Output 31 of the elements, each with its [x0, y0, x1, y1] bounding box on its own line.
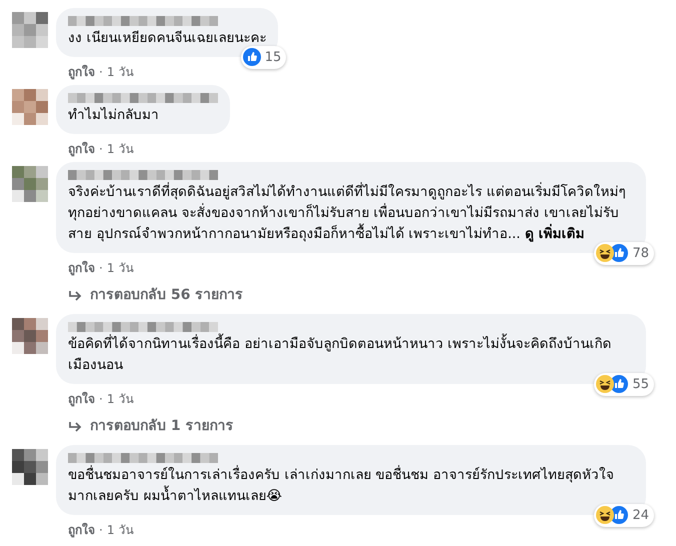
reaction-badge[interactable]: 55 [594, 372, 654, 396]
like-link[interactable]: ถูกใจ [68, 521, 95, 539]
reply-arrow-icon [68, 420, 82, 432]
reaction-count: 24 [632, 506, 649, 524]
comment-text: จริงค่ะบ้านเราดีที่สุดดิฉันอยู่สวิสไม่ได้ทำงานแต่ดีที่ไม่มีใครมาดูถูกอะไร แต่ตอนเริ่มมีโควิดใหม่ๆทุกอย่างขาดแคลน จะสั่งของจากห้างเขาก็ไม่รับสาย เพื่อนบอกว่าเขาไม่มีรถมาส่ง เขาเลยไม่รับสาย อุปกรณ์จำพวกหน้ากากอนามัยหรือถุงมือก็หาซื้อไม่ได้ เพราะเขาไม่ทำอ... ดู เพิ่มเติม [68, 182, 626, 244]
separator-dot: · [99, 141, 103, 158]
comment-text: ขอชื่นชมอาจารย์ในการเล่าเรื่องครับ เล่าเก่งมากเลย ขอชื่นชม อาจารย์รักประเทศไทยสุดหัวใจมากเลยครับ ผมน้ำตาไหลแทนเลย😭 [68, 465, 615, 506]
like-link[interactable]: ถูกใจ [68, 63, 95, 81]
comment-time[interactable]: 1 วัน [106, 259, 134, 277]
replies-link[interactable]: การตอบกลับ 1 รายการ [90, 416, 234, 437]
comment-time[interactable]: 1 วัน [106, 521, 134, 539]
separator-dot: · [99, 260, 103, 277]
comment-time[interactable]: 1 วัน [106, 140, 134, 158]
reply-arrow-icon [68, 290, 82, 302]
reaction-count: 55 [632, 376, 649, 394]
comment-time[interactable]: 1 วัน [106, 63, 134, 81]
reaction-count: 78 [632, 244, 649, 262]
like-link[interactable]: ถูกใจ [68, 390, 95, 408]
comment-time[interactable]: 1 วัน [106, 390, 134, 408]
reaction-count: 15 [264, 48, 282, 66]
separator-dot: · [99, 391, 103, 408]
reaction-badge[interactable]: 78 [594, 242, 654, 265]
like-link[interactable]: ถูกใจ [68, 259, 95, 277]
like-link[interactable]: ถูกใจ [68, 140, 95, 158]
comment-text: งง เนียนเหยียดคนจีนเฉยเลยนะคะ [68, 29, 266, 48]
separator-dot: · [99, 64, 103, 81]
separator-dot: · [99, 522, 103, 539]
reaction-badge[interactable]: 24 [594, 504, 654, 527]
replies-link[interactable]: การตอบกลับ 56 รายการ [90, 285, 244, 306]
comment-text: ทำไมไม่กลับมา [68, 106, 160, 125]
reaction-badge[interactable]: 15 [240, 46, 286, 69]
